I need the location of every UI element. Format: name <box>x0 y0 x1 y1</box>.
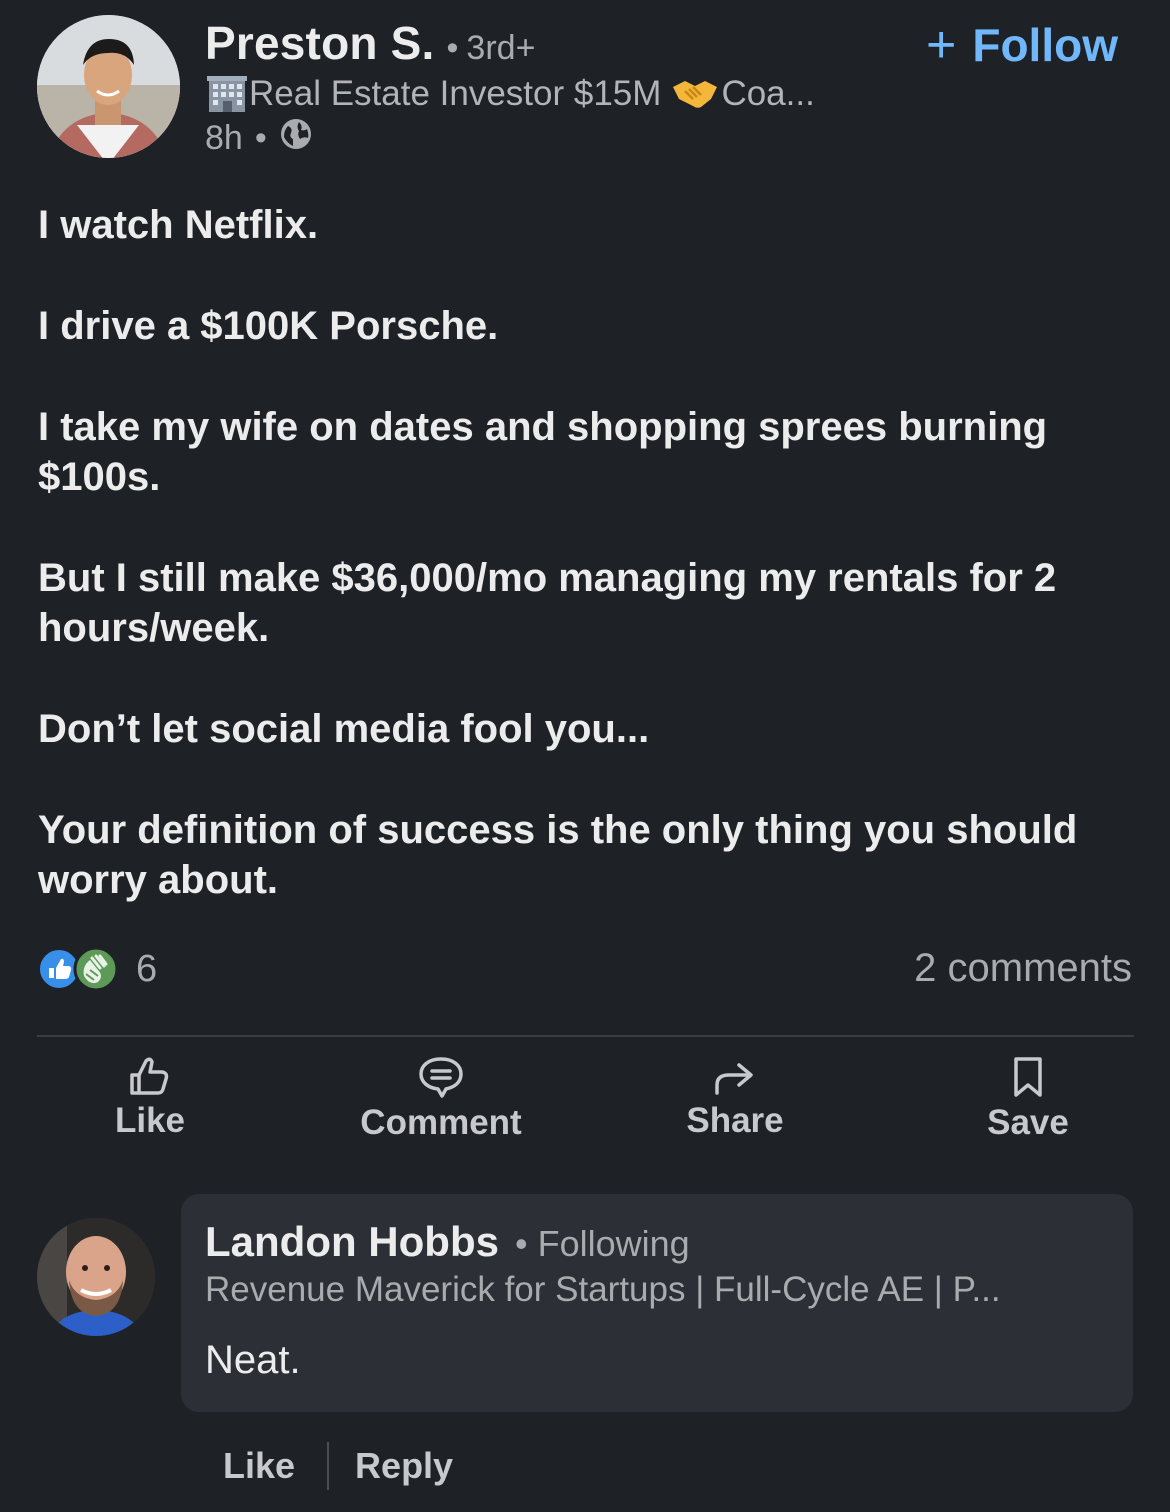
share-button[interactable]: Share <box>681 1055 789 1141</box>
commenter-relation-label: Following <box>537 1223 690 1264</box>
comments-count[interactable]: 2 comments <box>914 946 1132 991</box>
comment-like-button[interactable]: Like <box>223 1445 295 1487</box>
post-paragraph: Your definition of success is the only t… <box>38 808 1078 902</box>
reaction-count: 6 <box>136 947 158 990</box>
share-arrow-icon <box>715 1063 753 1095</box>
divider <box>37 1035 1134 1037</box>
comment-action-separator <box>327 1442 330 1490</box>
post-body: I watch Netflix. I drive a $100K Porsche… <box>38 200 1138 956</box>
author-avatar-photo <box>37 15 180 158</box>
connection-degree-label: 3rd+ <box>466 29 536 67</box>
save-button[interactable]: Save <box>984 1055 1072 1143</box>
like-button[interactable]: Like <box>112 1055 188 1141</box>
reaction-icons <box>38 946 119 992</box>
headline-part2: Coa... <box>721 74 815 113</box>
post-paragraph: I drive a $100K Porsche. <box>38 304 499 348</box>
thumbs-up-icon <box>130 1057 169 1095</box>
comment-reply-button[interactable]: Reply <box>355 1445 453 1487</box>
author-avatar[interactable] <box>37 15 180 158</box>
follow-button[interactable]: + Follow <box>926 18 1118 72</box>
handshake-icon <box>671 77 719 111</box>
celebrate-reaction-icon <box>73 946 119 992</box>
office-building-icon <box>205 74 249 114</box>
author-name[interactable]: Preston S. <box>205 16 435 70</box>
post-paragraph: Don’t let social media fool you... <box>38 707 650 751</box>
reactions-summary[interactable]: 6 <box>38 946 157 992</box>
comment-icon <box>419 1057 463 1098</box>
author-headline: Real Estate Investor $15M Coa... <box>205 74 815 114</box>
commenter-headline: Revenue Maverick for Startups | Full-Cyc… <box>205 1270 1001 1309</box>
follow-label: Follow <box>972 19 1118 71</box>
save-label: Save <box>987 1103 1069 1142</box>
commenter-relation: • Following <box>514 1223 690 1264</box>
post-time: 8h <box>205 119 243 157</box>
comment-label: Comment <box>360 1103 522 1142</box>
commenter-avatar-photo <box>37 1218 155 1336</box>
share-label: Share <box>686 1101 784 1140</box>
post-paragraph: I take my wife on dates and shopping spr… <box>38 405 1048 499</box>
comment-actions: Like Reply <box>223 1442 453 1490</box>
post-paragraph: But I still make $36,000/mo managing my … <box>38 556 1057 650</box>
headline-part1: Real Estate Investor $15M <box>249 74 662 113</box>
comment-text: Neat. <box>205 1338 301 1382</box>
commenter-name[interactable]: Landon Hobbs <box>205 1218 499 1266</box>
post-meta: 8h • <box>205 117 313 160</box>
globe-icon <box>279 117 313 160</box>
connection-degree: • 3rd+ <box>446 29 536 67</box>
meta-separator: • <box>254 119 267 157</box>
commenter-avatar[interactable] <box>37 1218 155 1336</box>
comment-button[interactable]: Comment <box>352 1055 530 1143</box>
bookmark-icon <box>1014 1057 1042 1097</box>
like-label: Like <box>114 1101 186 1140</box>
plus-icon: + <box>925 16 957 74</box>
post-paragraph: I watch Netflix. <box>38 203 319 247</box>
like-reaction-icon <box>38 948 80 990</box>
